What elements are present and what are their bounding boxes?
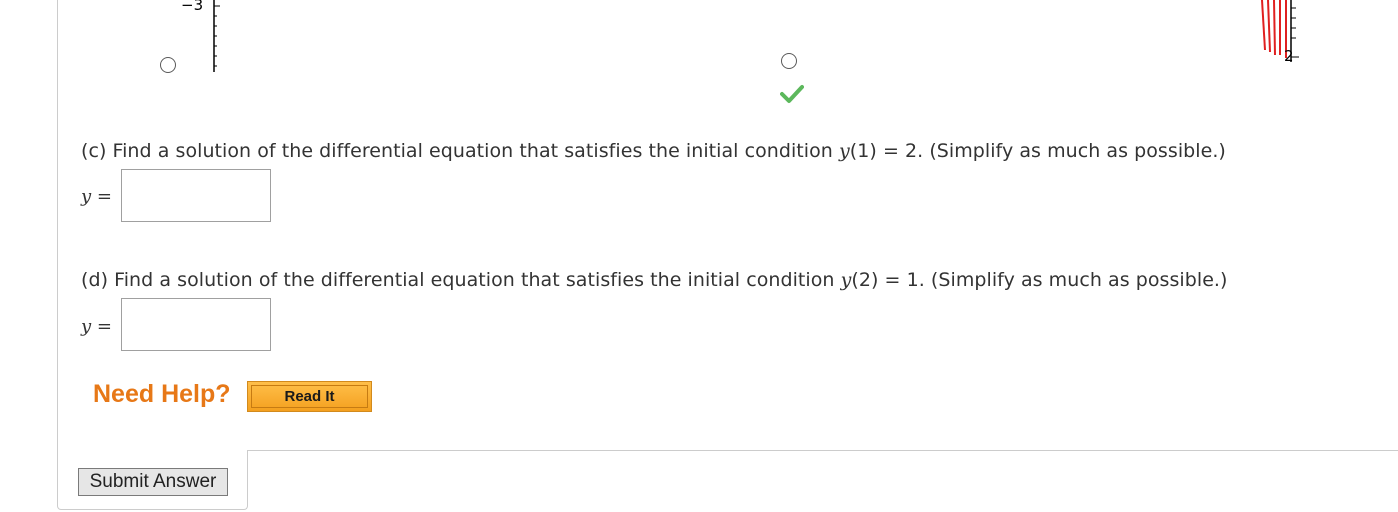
need-help-label: Need Help? [93, 380, 231, 408]
question-part-d: (d) Find a solution of the differential … [81, 269, 1228, 291]
read-it-label: Read It [251, 385, 368, 408]
part-d-func: y [840, 269, 852, 291]
question-panel: −3 2 (c) Find a solution of the differen… [0, 0, 1398, 512]
part-c-func: y [839, 140, 850, 162]
panel-border [57, 0, 58, 505]
graph-option-radio-2[interactable] [781, 53, 797, 69]
question-part-c: (c) Find a solution of the differential … [81, 140, 1226, 162]
part-c-condition: (1) = 2. (Simplify as much as possible.) [849, 140, 1226, 162]
part-d-condition: (2) = 1. (Simplify as much as possible.) [851, 269, 1228, 291]
part-d-prefix: (d) Find a solution of the differential … [81, 269, 841, 291]
panel-divider [248, 450, 1398, 451]
submit-answer-button[interactable]: Submit Answer [78, 468, 228, 496]
graph-tick-label-right: 2 [1284, 47, 1294, 65]
answer-label-d: y = [81, 316, 112, 337]
graph-option-radio-1[interactable] [160, 57, 176, 73]
answer-label-c: y = [81, 186, 112, 207]
correct-check-icon [780, 85, 804, 103]
graph-tick-label-left: −3 [181, 0, 204, 14]
graph-axis-left [213, 0, 220, 72]
part-c-prefix: (c) Find a solution of the differential … [81, 140, 839, 162]
read-it-button[interactable]: Read It [247, 381, 372, 412]
answer-input-c[interactable] [121, 169, 271, 222]
answer-input-d[interactable] [121, 298, 271, 351]
